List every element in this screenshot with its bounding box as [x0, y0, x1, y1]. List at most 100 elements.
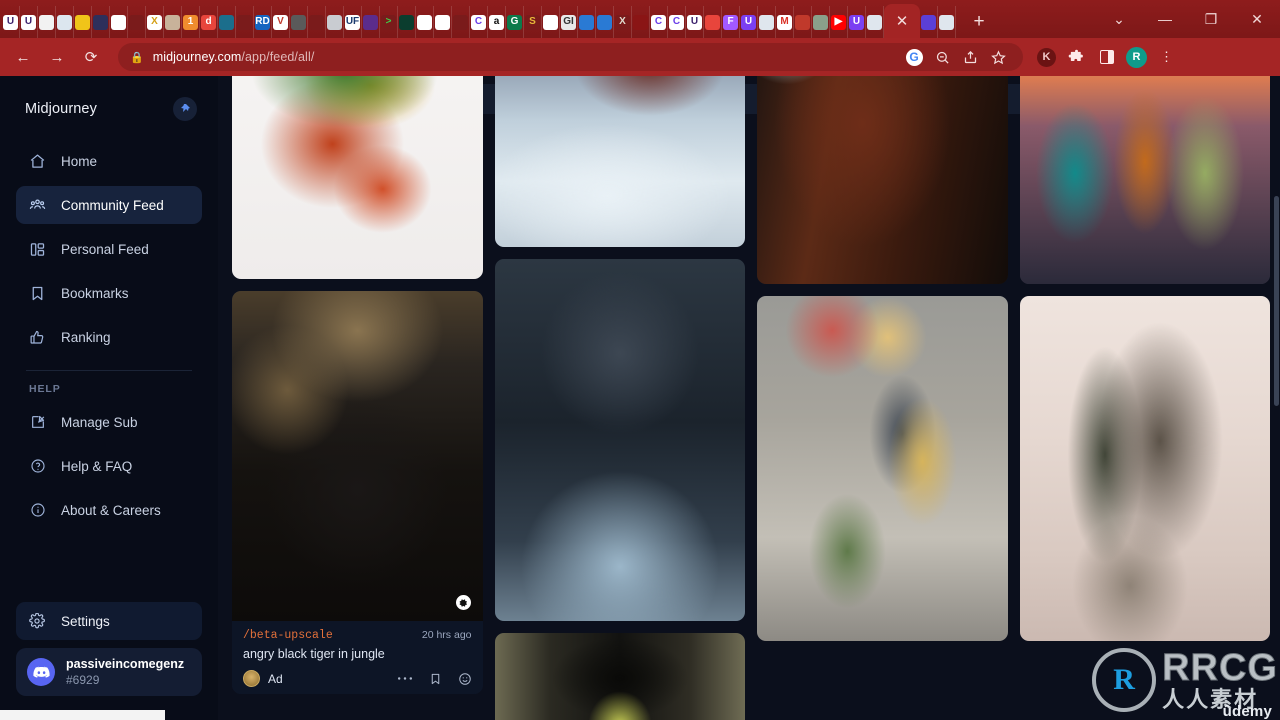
- feed-card-red-fur-art[interactable]: [757, 76, 1008, 284]
- puzzle-icon[interactable]: [1063, 44, 1090, 71]
- browser-tab[interactable]: U: [20, 6, 38, 38]
- dark-wolf-art[interactable]: [494, 259, 745, 621]
- sidebar-item-personal-feed[interactable]: Personal Feed: [16, 230, 202, 268]
- profile-badge-k[interactable]: K: [1033, 44, 1060, 71]
- google-icon[interactable]: G: [901, 44, 927, 70]
- browser-tab[interactable]: [416, 6, 434, 38]
- feed-card-snow-paws-art[interactable]: [494, 76, 745, 247]
- user-account-box[interactable]: passiveincomegenz #6929: [16, 648, 202, 696]
- feed-card-boy-and-crocodile-art[interactable]: [757, 296, 1008, 641]
- browser-tab[interactable]: [596, 6, 614, 38]
- browser-tab[interactable]: [434, 6, 452, 38]
- boy-and-crocodile-art[interactable]: [757, 296, 1008, 641]
- browser-tab[interactable]: [758, 6, 776, 38]
- browser-tab[interactable]: a: [488, 6, 506, 38]
- browser-tab[interactable]: ▶: [830, 6, 848, 38]
- browser-tab[interactable]: 1: [182, 6, 200, 38]
- browser-tab[interactable]: [632, 6, 650, 38]
- more-icon[interactable]: [397, 676, 413, 681]
- window-close-button[interactable]: ✕: [1234, 0, 1280, 38]
- red-fur-art[interactable]: [757, 76, 1008, 284]
- browser-tab[interactable]: [128, 6, 146, 38]
- sidebar-item-about-careers[interactable]: About & Careers: [16, 491, 202, 529]
- double-exposure-face-art[interactable]: [1019, 296, 1270, 641]
- emoji-icon[interactable]: [458, 672, 472, 686]
- browser-tab[interactable]: U: [848, 6, 866, 38]
- browser-tab[interactable]: [542, 6, 560, 38]
- browser-tab[interactable]: S: [524, 6, 542, 38]
- browser-tab[interactable]: >: [380, 6, 398, 38]
- browser-tab[interactable]: UF: [344, 6, 362, 38]
- forward-icon[interactable]: →: [42, 42, 72, 72]
- bookmark-icon[interactable]: [429, 672, 442, 686]
- browser-tab[interactable]: GI: [560, 6, 578, 38]
- minimize-button[interactable]: —: [1142, 0, 1188, 38]
- browser-menu-icon[interactable]: ⋮: [1153, 44, 1180, 71]
- browser-tab[interactable]: U: [686, 6, 704, 38]
- browser-tab[interactable]: [578, 6, 596, 38]
- maximize-button[interactable]: ❐: [1188, 0, 1234, 38]
- feed-card-dark-wolf-art[interactable]: [494, 259, 745, 621]
- sidebar-item-ranking[interactable]: Ranking: [16, 318, 202, 356]
- browser-tab[interactable]: [704, 6, 722, 38]
- colorful-coat-portrait-art[interactable]: [1019, 76, 1270, 284]
- phoenix-feather-art[interactable]: [232, 76, 483, 279]
- sidebar-item-help-faq[interactable]: Help & FAQ: [16, 447, 202, 485]
- browser-tab[interactable]: F: [722, 6, 740, 38]
- feed-card-double-exposure-face-art[interactable]: [1019, 296, 1270, 641]
- browser-tab[interactable]: [812, 6, 830, 38]
- bookmark-star-icon[interactable]: [985, 44, 1011, 70]
- browser-tab[interactable]: X: [146, 6, 164, 38]
- browser-tab[interactable]: [938, 6, 956, 38]
- browser-tab[interactable]: [794, 6, 812, 38]
- feed-card-yellow-robot-art[interactable]: [494, 633, 745, 720]
- feed-card-phoenix-feather-art[interactable]: [232, 76, 483, 279]
- sidebar-item-manage-sub[interactable]: Manage Sub: [16, 403, 202, 441]
- active-tab[interactable]: ✕: [884, 4, 920, 38]
- browser-tab[interactable]: G: [506, 6, 524, 38]
- zoom-out-icon[interactable]: [929, 44, 955, 70]
- close-icon[interactable]: ✕: [896, 14, 909, 29]
- yellow-robot-art[interactable]: [494, 633, 745, 720]
- sidebar-item-bookmarks[interactable]: Bookmarks: [16, 274, 202, 312]
- scrollbar-thumb[interactable]: [1274, 196, 1279, 406]
- pin-icon[interactable]: [173, 97, 197, 121]
- sidebar-item-community-feed[interactable]: Community Feed: [16, 186, 202, 224]
- browser-tab[interactable]: [326, 6, 344, 38]
- author-name[interactable]: Ad: [268, 672, 283, 686]
- browser-tab[interactable]: U: [2, 6, 20, 38]
- browser-tab[interactable]: C: [650, 6, 668, 38]
- tab-search-icon[interactable]: ⌄: [1096, 0, 1142, 38]
- browser-tab[interactable]: [110, 6, 128, 38]
- reload-icon[interactable]: ⟳: [76, 42, 106, 72]
- snow-paws-art[interactable]: [494, 76, 745, 247]
- browser-tab[interactable]: [866, 6, 884, 38]
- sidebar-item-home[interactable]: Home: [16, 142, 202, 180]
- browser-tab[interactable]: d: [200, 6, 218, 38]
- feed-card-black-panther-art[interactable]: /beta-upscale 20 hrs ago angry black tig…: [232, 291, 483, 694]
- share-icon[interactable]: [957, 44, 983, 70]
- avatar[interactable]: R: [1123, 44, 1150, 71]
- browser-tab[interactable]: [308, 6, 326, 38]
- browser-tab[interactable]: C: [668, 6, 686, 38]
- gear-icon[interactable]: [455, 595, 471, 610]
- address-bar[interactable]: 🔒 midjourney.com/app/feed/all/ G: [118, 43, 1023, 71]
- new-tab-button[interactable]: +: [962, 6, 996, 38]
- browser-tab[interactable]: V: [272, 6, 290, 38]
- browser-tab[interactable]: [56, 6, 74, 38]
- browser-tab[interactable]: [236, 6, 254, 38]
- browser-tab[interactable]: [398, 6, 416, 38]
- browser-tab[interactable]: [290, 6, 308, 38]
- browser-tab[interactable]: [92, 6, 110, 38]
- browser-tab[interactable]: [164, 6, 182, 38]
- browser-tab[interactable]: X: [614, 6, 632, 38]
- browser-tab[interactable]: RD: [254, 6, 272, 38]
- browser-tab[interactable]: [218, 6, 236, 38]
- browser-tab[interactable]: M: [776, 6, 794, 38]
- browser-tab[interactable]: [920, 6, 938, 38]
- browser-tab[interactable]: [38, 6, 56, 38]
- side-panel-icon[interactable]: [1093, 44, 1120, 71]
- settings-button[interactable]: Settings: [16, 602, 202, 640]
- browser-tab[interactable]: [452, 6, 470, 38]
- feed-card-colorful-coat-portrait-art[interactable]: [1019, 76, 1270, 284]
